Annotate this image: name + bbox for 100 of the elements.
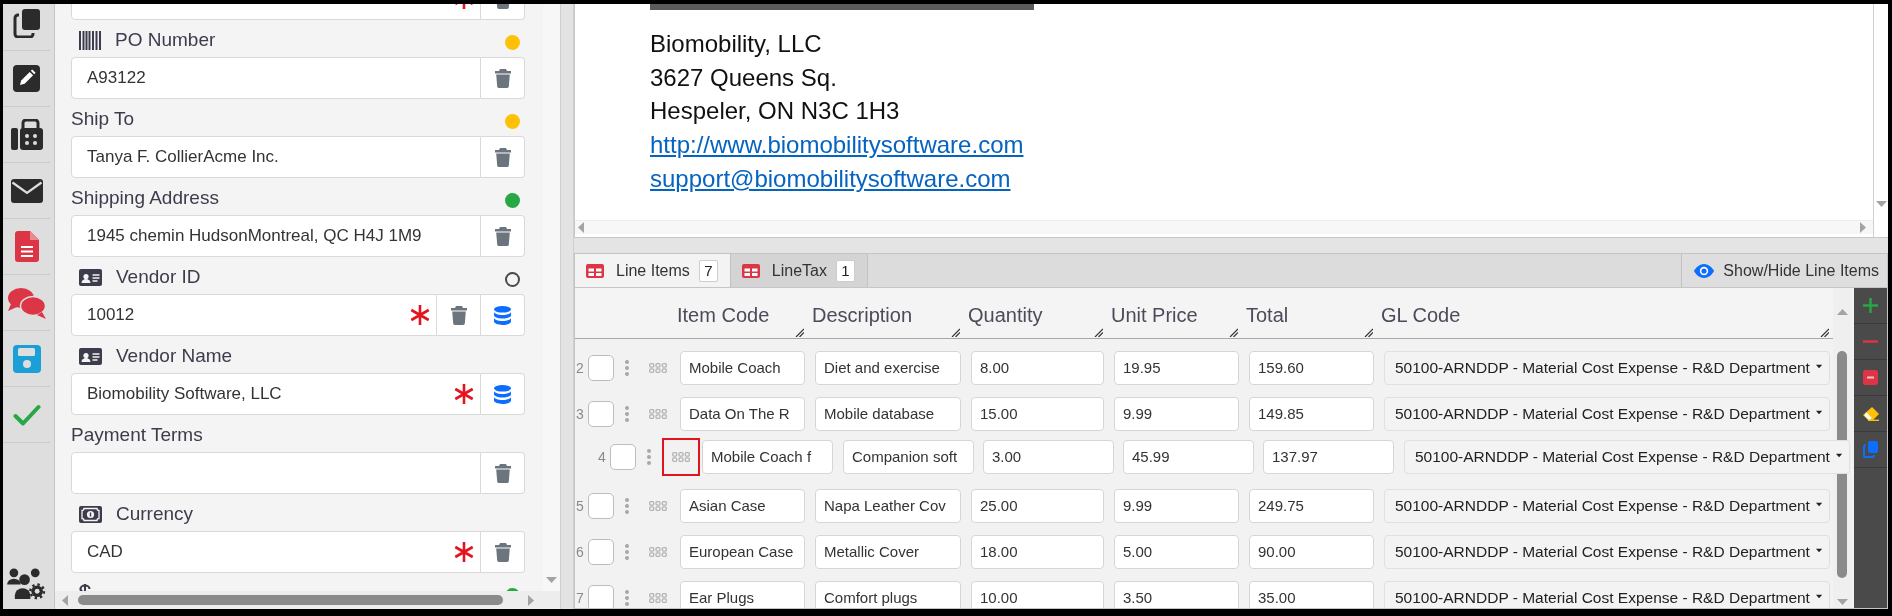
document-link[interactable]: support@biomobilitysoftware.com	[650, 164, 1011, 192]
row-checkbox[interactable]	[588, 401, 614, 427]
item-code-field[interactable]: Ear Plugs	[680, 581, 805, 608]
item-code-field[interactable]: Asian Case	[680, 489, 805, 523]
vertical-ellipsis-icon[interactable]	[625, 406, 629, 422]
arrow-down-icon[interactable]	[1875, 201, 1887, 207]
row-checkbox[interactable]	[588, 355, 614, 381]
total-field[interactable]: 159.60	[1249, 351, 1374, 385]
row-number: 4	[597, 447, 607, 467]
text-field[interactable]	[71, 452, 481, 494]
quantity-field[interactable]: 15.00	[971, 397, 1104, 431]
arrow-down-icon[interactable]	[1836, 599, 1848, 605]
description-field[interactable]: Comfort plugs	[815, 581, 961, 608]
unit-price-field[interactable]: 9.99	[1114, 489, 1239, 523]
vertical-scrollbar[interactable]	[1873, 4, 1888, 237]
scrollbar-thumb[interactable]	[1837, 351, 1847, 578]
quantity-field[interactable]: 10.00	[971, 581, 1104, 608]
resize-handle-icon[interactable]	[951, 328, 960, 337]
arrow-right-icon[interactable]	[1860, 222, 1866, 233]
arrow-left-icon[interactable]	[62, 594, 68, 606]
quantity-field[interactable]: 18.00	[971, 535, 1104, 569]
arrow-right-icon[interactable]	[528, 594, 534, 606]
description-field[interactable]: Mobile database	[815, 397, 961, 431]
document-link[interactable]: http://www.biomobilitysoftware.com	[650, 131, 1024, 159]
row-checkbox[interactable]	[588, 493, 614, 519]
text-field[interactable]: A93122	[71, 57, 481, 99]
text-field[interactable]: 1945 chemin HudsonMontreal, QC H4J 1M9	[71, 215, 481, 257]
scrollbar-thumb[interactable]	[78, 595, 503, 605]
copy-icon	[12, 7, 41, 38]
unit-price-field[interactable]: 45.99	[1123, 440, 1254, 474]
gl-code-dropdown[interactable]: 50100-ARNDDP - Material Cost Expense - R&D Department	[1384, 489, 1830, 523]
vertical-ellipsis-icon[interactable]	[625, 544, 629, 560]
quantity-field[interactable]: 3.00	[983, 440, 1114, 474]
total-field[interactable]: 149.85	[1249, 397, 1374, 431]
total-field[interactable]: 137.97	[1263, 440, 1394, 474]
caret-icon	[1815, 363, 1822, 369]
resize-handle-icon[interactable]	[795, 328, 804, 337]
grip-icon[interactable]	[649, 363, 667, 373]
lookup-button[interactable]	[481, 373, 525, 415]
envelope-icon	[10, 178, 43, 203]
quantity-field[interactable]: 8.00	[971, 351, 1104, 385]
tab[interactable]: Line Items 7	[575, 254, 731, 287]
unit-price-field[interactable]: 9.99	[1114, 397, 1239, 431]
row-checkbox[interactable]	[588, 585, 614, 608]
unit-price-field[interactable]: 19.95	[1114, 351, 1239, 385]
vertical-ellipsis-icon[interactable]	[647, 449, 651, 465]
fax-icon	[10, 119, 43, 150]
id-card-icon	[79, 269, 102, 286]
text-field[interactable]: CAD	[71, 531, 481, 573]
unit-price-field[interactable]: 5.00	[1114, 535, 1239, 569]
count-badge: 1	[835, 259, 855, 282]
text-field[interactable]: 10012	[71, 294, 437, 336]
caret-icon	[1815, 409, 1822, 415]
total-field[interactable]: 249.75	[1249, 489, 1374, 523]
row-checkbox[interactable]	[588, 539, 614, 565]
minus-icon	[1863, 340, 1878, 343]
gl-code-dropdown[interactable]: 50100-ARNDDP - Material Cost Expense - R&D Department	[1384, 397, 1830, 431]
text-field[interactable]: Biomobility Software, LLC	[71, 373, 481, 415]
grip-icon[interactable]	[649, 501, 667, 511]
description-field[interactable]: Companion soft	[843, 440, 974, 474]
splitter[interactable]	[560, 4, 574, 609]
item-code-field[interactable]: Mobile Coach f	[702, 440, 833, 474]
arrow-left-icon[interactable]	[578, 222, 584, 233]
field-label: Payment Terms	[71, 425, 203, 446]
item-code-field[interactable]: European Case	[680, 535, 805, 569]
resize-handle-icon[interactable]	[1364, 328, 1373, 337]
description-field[interactable]: Diet and exercise	[815, 351, 961, 385]
gl-code-dropdown[interactable]: 50100-ARNDDP - Material Cost Expense - R&D Department	[1384, 581, 1830, 608]
grip-icon[interactable]	[649, 593, 667, 603]
vertical-ellipsis-icon[interactable]	[625, 590, 629, 606]
vertical-ellipsis-icon[interactable]	[625, 360, 629, 376]
arrow-down-icon[interactable]	[546, 577, 557, 583]
quantity-field[interactable]: 25.00	[971, 489, 1104, 523]
item-code-field[interactable]: Mobile Coach	[680, 351, 805, 385]
row-number: 2	[575, 358, 585, 378]
grip-icon[interactable]	[649, 409, 667, 419]
total-field[interactable]: 35.00	[1249, 581, 1374, 608]
resize-handle-icon[interactable]	[1094, 328, 1103, 337]
row-checkbox[interactable]	[610, 444, 636, 470]
lookup-button[interactable]	[481, 294, 525, 336]
tab[interactable]: LineTax 1	[730, 254, 868, 287]
gl-code-dropdown[interactable]: 50100-ARNDDP - Material Cost Expense - R&D Department	[1384, 351, 1830, 385]
unit-price-field[interactable]: 3.50	[1114, 581, 1239, 608]
grip-icon[interactable]	[662, 438, 700, 476]
horizontal-scrollbar[interactable]	[575, 220, 1873, 234]
vertical-ellipsis-icon[interactable]	[625, 498, 629, 514]
total-field[interactable]: 90.00	[1249, 535, 1374, 569]
description-field[interactable]: Napa Leather Cov	[815, 489, 961, 523]
text-field[interactable]: Tanya F. CollierAcme Inc.	[71, 136, 481, 178]
horizontal-scrollbar[interactable]	[55, 591, 560, 609]
item-code-field[interactable]: Data On The R	[680, 397, 805, 431]
resize-handle-icon[interactable]	[1820, 328, 1829, 337]
arrow-up-icon[interactable]	[1836, 309, 1848, 315]
gl-code-dropdown[interactable]: 50100-ARNDDP - Material Cost Expense - R&D Department	[1384, 535, 1830, 569]
gl-code-dropdown[interactable]: 50100-ARNDDP - Material Cost Expense - R&D Department	[1404, 440, 1850, 474]
trash-icon	[494, 226, 511, 246]
description-field[interactable]: Metallic Cover	[815, 535, 961, 569]
resize-handle-icon[interactable]	[1229, 328, 1238, 337]
document-line: Biomobility, LLC	[650, 30, 822, 57]
grip-icon[interactable]	[649, 547, 667, 557]
